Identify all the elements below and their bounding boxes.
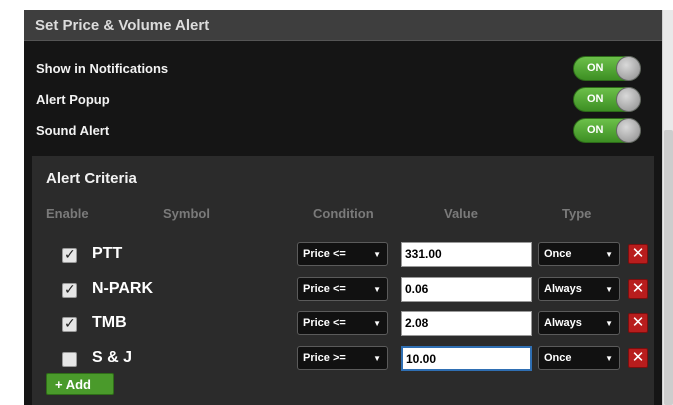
delete-button[interactable]: ✕ xyxy=(628,279,648,299)
caret-down-icon: ▼ xyxy=(605,250,613,259)
caret-down-icon: ▼ xyxy=(605,319,613,328)
column-header-condition: Condition xyxy=(313,206,374,221)
scrollbar[interactable] xyxy=(662,10,673,405)
alert-criteria-section: Alert Criteria Enable Symbol Condition V… xyxy=(32,156,654,405)
alert-row: ✓ TMB Price <= ▼ 2.08 Always ▼ ✕ xyxy=(32,309,654,339)
symbol-text: N-PARK xyxy=(92,280,154,297)
condition-select[interactable]: Price <= ▼ xyxy=(297,277,388,301)
popup-toggle[interactable]: ON xyxy=(573,87,641,112)
condition-select[interactable]: Price <= ▼ xyxy=(297,311,388,335)
column-header-symbol: Symbol xyxy=(163,206,210,221)
symbol-text: TMB xyxy=(92,314,127,331)
scrollbar-thumb[interactable] xyxy=(664,130,673,405)
alert-row: S & J Price >= ▼ 10.00 Once ▼ ✕ xyxy=(32,344,654,374)
condition-select[interactable]: Price >= ▼ xyxy=(297,346,388,370)
value-input[interactable]: 2.08 xyxy=(401,311,532,336)
value-input[interactable]: 0.06 xyxy=(401,277,532,302)
checkmark-icon: ✓ xyxy=(64,315,76,331)
type-value: Once xyxy=(544,352,572,364)
enable-checkbox[interactable]: ✓ xyxy=(62,281,77,298)
column-header-value: Value xyxy=(444,206,478,221)
type-value: Always xyxy=(544,317,582,329)
add-label: + Add xyxy=(55,377,91,392)
type-value: Once xyxy=(544,248,572,260)
toggle-state: ON xyxy=(587,93,604,105)
alert-row: ✓ PTT Price <= ▼ 331.00 Once ▼ ✕ xyxy=(32,240,654,270)
condition-value: Price >= xyxy=(303,352,346,364)
panel-header: Set Price & Volume Alert xyxy=(24,10,662,41)
close-icon: ✕ xyxy=(631,280,645,297)
value-input[interactable]: 10.00 xyxy=(401,346,532,371)
alert-panel: Set Price & Volume Alert Show in Notific… xyxy=(24,10,662,405)
type-select[interactable]: Always ▼ xyxy=(538,277,620,301)
caret-down-icon: ▼ xyxy=(373,285,381,294)
setting-label: Show in Notifications xyxy=(36,61,169,76)
enable-checkbox[interactable]: ✓ xyxy=(62,315,77,332)
toggle-knob xyxy=(616,56,641,81)
caret-down-icon: ▼ xyxy=(605,285,613,294)
symbol-text: PTT xyxy=(92,245,123,262)
column-header-type: Type xyxy=(562,206,592,221)
enable-checkbox[interactable]: ✓ xyxy=(62,246,77,263)
type-value: Always xyxy=(544,283,582,295)
caret-down-icon: ▼ xyxy=(373,354,381,363)
sound-toggle[interactable]: ON xyxy=(573,118,641,143)
close-icon: ✕ xyxy=(631,314,645,331)
condition-value: Price <= xyxy=(303,283,346,295)
criteria-title: Alert Criteria xyxy=(46,170,137,187)
caret-down-icon: ▼ xyxy=(605,354,613,363)
alert-row: ✓ N-PARK Price <= ▼ 0.06 Always ▼ ✕ xyxy=(32,275,654,305)
close-icon: ✕ xyxy=(631,349,645,366)
type-select[interactable]: Once ▼ xyxy=(538,346,620,370)
setting-label: Alert Popup xyxy=(36,92,110,107)
delete-button[interactable]: ✕ xyxy=(628,244,648,264)
setting-sound-alert: Sound Alert ON xyxy=(24,116,662,144)
toggle-state: ON xyxy=(587,62,604,74)
enable-checkbox[interactable] xyxy=(62,352,77,367)
delete-button[interactable]: ✕ xyxy=(628,348,648,368)
caret-down-icon: ▼ xyxy=(373,250,381,259)
setting-alert-popup: Alert Popup ON xyxy=(24,85,662,113)
caret-down-icon: ▼ xyxy=(373,319,381,328)
notifications-toggle[interactable]: ON xyxy=(573,56,641,81)
type-select[interactable]: Always ▼ xyxy=(538,311,620,335)
condition-value: Price <= xyxy=(303,248,346,260)
delete-button[interactable]: ✕ xyxy=(628,313,648,333)
checkmark-icon: ✓ xyxy=(64,246,76,262)
panel-title: Set Price & Volume Alert xyxy=(35,17,210,34)
toggle-knob xyxy=(616,118,641,143)
symbol-text: S & J xyxy=(92,349,133,366)
add-button[interactable]: + Add xyxy=(46,373,114,395)
type-select[interactable]: Once ▼ xyxy=(538,242,620,266)
value-input[interactable]: 331.00 xyxy=(401,242,532,267)
checkmark-icon: ✓ xyxy=(64,281,76,297)
condition-select[interactable]: Price <= ▼ xyxy=(297,242,388,266)
setting-show-notifications: Show in Notifications ON xyxy=(24,54,662,82)
toggle-state: ON xyxy=(587,124,604,136)
setting-label: Sound Alert xyxy=(36,123,110,138)
toggle-knob xyxy=(616,87,641,112)
close-icon: ✕ xyxy=(631,245,645,262)
condition-value: Price <= xyxy=(303,317,346,329)
column-header-enable: Enable xyxy=(46,206,89,221)
